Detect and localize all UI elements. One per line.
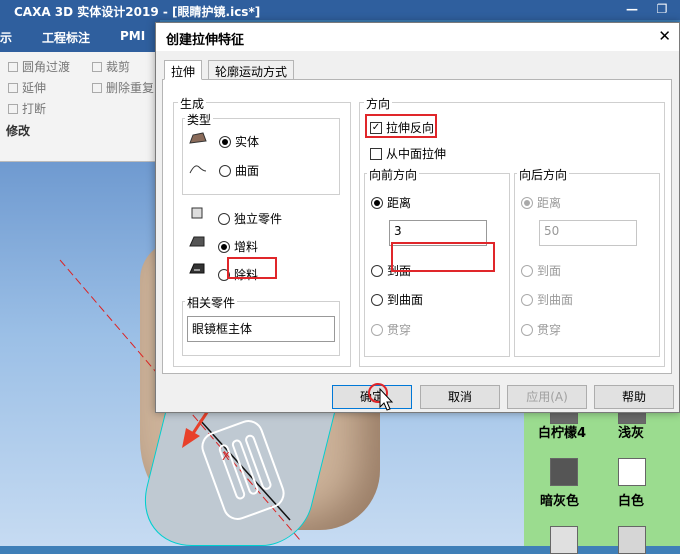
tab-panel-extrude: 生成 类型 实体 曲面 独立零件 增料 除料 相关零件 眼镜框主体 方向 ✓ 拉… xyxy=(162,79,672,374)
axis-x-marker: X xyxy=(222,450,230,463)
tab-extrude[interactable]: 拉伸 xyxy=(164,60,203,80)
remove-material-icon xyxy=(189,263,205,274)
backward-to-face-radio[interactable]: 到面 xyxy=(521,262,561,279)
forward-through-radio[interactable]: 贯穿 xyxy=(371,321,411,338)
swatch-row3-right[interactable] xyxy=(618,526,646,554)
independent-part-icon xyxy=(191,207,203,219)
color-palette: 白柠檬4 浅灰 暗灰色 白色 xyxy=(524,396,680,554)
highlight-reverse-extrude xyxy=(365,114,437,138)
radio-dot-icon xyxy=(218,212,230,225)
independent-part-radio[interactable]: 独立零件 xyxy=(218,210,282,227)
related-part-group: 相关零件 眼镜框主体 xyxy=(182,294,340,356)
help-button[interactable]: 帮助 xyxy=(594,385,674,409)
backward-direction-group: 向后方向 距离 50 到面 到曲面 贯穿 xyxy=(514,166,660,357)
swatch-label-light-gray: 浅灰 xyxy=(618,426,645,441)
direction-label: 方向 xyxy=(364,95,393,112)
radio-dot-icon xyxy=(371,293,383,306)
arrow-head-icon xyxy=(182,428,200,448)
backward-distance-radio[interactable]: 距离 xyxy=(521,194,561,211)
highlight-add-material xyxy=(227,257,277,279)
extrude-feature-dialog: 创建拉伸特征 ✕ 拉伸 轮廓运动方式 生成 类型 实体 曲面 独立零件 增料 除… xyxy=(155,22,680,413)
radio-dot-icon xyxy=(371,323,383,336)
radio-dot-icon xyxy=(218,240,230,253)
cancel-button[interactable]: 取消 xyxy=(420,385,500,409)
dialog-titlebar: 创建拉伸特征 ✕ xyxy=(156,23,679,51)
direction-group: 方向 ✓ 拉伸反向 从中面拉伸 向前方向 距离 3 到面 到曲面 贯穿 向后方向… xyxy=(359,95,665,367)
tab-profile-motion[interactable]: 轮廓运动方式 xyxy=(208,60,295,80)
radio-dot-icon xyxy=(521,293,533,306)
backward-direction-label: 向后方向 xyxy=(517,166,570,183)
from-middle-checkbox[interactable]: 从中面拉伸 xyxy=(370,145,446,162)
swatch-label-white: 白色 xyxy=(618,494,645,509)
swatch-label-dark-gray: 暗灰色 xyxy=(540,494,580,509)
apply-button[interactable]: 应用(A) xyxy=(507,385,587,409)
forward-direction-label: 向前方向 xyxy=(367,166,420,183)
add-material-icon xyxy=(189,236,205,247)
radio-dot-icon xyxy=(521,323,533,336)
sketch-profile xyxy=(201,420,285,520)
dialog-title: 创建拉伸特征 xyxy=(166,33,245,48)
type-label: 类型 xyxy=(185,111,214,128)
backward-distance-input[interactable]: 50 xyxy=(539,220,637,246)
highlight-distance-input xyxy=(391,242,495,272)
radio-dot-icon xyxy=(521,264,533,277)
generate-group: 生成 类型 实体 曲面 独立零件 增料 除料 相关零件 眼镜框主体 xyxy=(173,95,351,367)
type-group: 类型 实体 曲面 xyxy=(182,111,340,195)
backward-through-radio[interactable]: 贯穿 xyxy=(521,321,561,338)
add-material-radio[interactable]: 增料 xyxy=(218,238,258,255)
type-surface-radio[interactable]: 曲面 xyxy=(219,162,259,179)
swatch-label-lemon-white: 白柠檬4 xyxy=(538,426,587,441)
radio-dot-icon xyxy=(219,164,231,177)
close-icon[interactable]: ✕ xyxy=(658,27,671,45)
checkbox-icon xyxy=(370,147,382,160)
forward-to-surface-radio[interactable]: 到曲面 xyxy=(371,291,423,308)
surface-icon xyxy=(189,165,207,174)
generate-label: 生成 xyxy=(178,95,207,112)
radio-dot-icon xyxy=(521,196,533,209)
forward-distance-radio[interactable]: 距离 xyxy=(371,194,411,211)
radio-dot-icon xyxy=(371,196,383,209)
swatch-dark-gray[interactable] xyxy=(550,458,578,486)
swatch-white[interactable] xyxy=(618,458,646,486)
type-solid-radio[interactable]: 实体 xyxy=(219,133,259,150)
radio-dot-icon xyxy=(219,135,231,148)
solid-icon xyxy=(189,132,207,144)
backward-to-surface-radio[interactable]: 到曲面 xyxy=(521,291,573,308)
radio-dot-icon xyxy=(371,264,383,277)
related-part-field[interactable]: 眼镜框主体 xyxy=(187,316,335,342)
related-part-label: 相关零件 xyxy=(185,294,238,311)
swatch-row3-left[interactable] xyxy=(550,526,578,554)
mouse-cursor-icon xyxy=(368,383,394,411)
